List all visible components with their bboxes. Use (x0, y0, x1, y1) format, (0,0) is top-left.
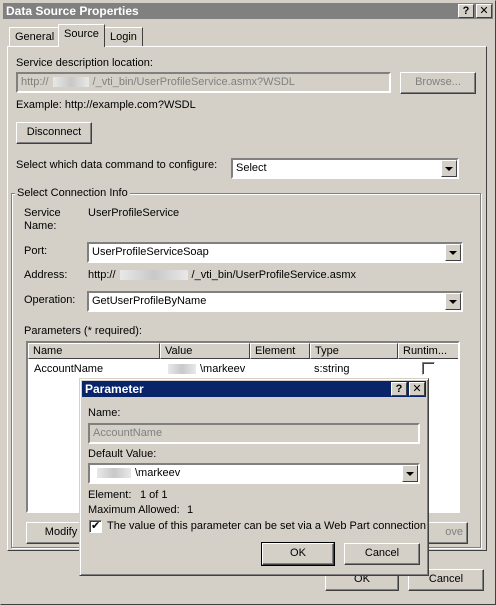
address-value: http:// /_vti_bin/UserProfileService.asmx (88, 269, 356, 281)
default-value-text: \markeev (135, 467, 181, 479)
col-header-value[interactable]: Value (160, 343, 250, 359)
parameters-label: Parameters (* required): (24, 325, 142, 337)
row-type: s:string (314, 363, 350, 375)
chevron-down-icon[interactable] (441, 160, 457, 177)
row-value: \markeev (164, 361, 245, 377)
redacted-host (52, 77, 89, 88)
tab-general[interactable]: General (9, 27, 61, 47)
service-url-suffix: /_vti_bin/UserProfileService.asmx?WSDL (92, 76, 295, 88)
runtime-checkbox[interactable] (422, 362, 435, 375)
redacted-host (119, 270, 188, 281)
command-select-value: Select (236, 162, 267, 174)
tab-source[interactable]: Source (58, 24, 105, 47)
redacted-domain (168, 364, 196, 375)
address-label: Address: (24, 269, 68, 281)
service-url-prefix: http:// (21, 76, 49, 88)
default-value-select[interactable]: \markeev (88, 463, 420, 484)
service-url-field: http:// /_vti_bin/UserProfileService.asmx… (16, 72, 391, 93)
dialog-ok-button[interactable]: OK (261, 542, 335, 566)
chevron-down-icon[interactable] (402, 465, 418, 482)
max-allowed-value: 1 (187, 504, 194, 516)
operation-select[interactable]: GetUserProfileByName (87, 291, 463, 312)
chevron-down-icon[interactable] (445, 293, 461, 310)
col-header-runtime[interactable]: Runtim... (398, 343, 458, 359)
disconnect-button[interactable]: Disconnect (16, 122, 92, 144)
command-select[interactable]: Select (231, 158, 459, 179)
command-label: Select which data command to configure: (16, 159, 218, 171)
connection-group-label: Select Connection Info (15, 187, 130, 199)
col-header-element[interactable]: Element (250, 343, 310, 359)
service-name-value: UserProfileService (88, 207, 180, 219)
close-button[interactable]: ✕ (476, 4, 492, 18)
col-header-type[interactable]: Type (310, 343, 398, 359)
param-name-label: Name: (88, 407, 121, 419)
row-name: AccountName (34, 363, 104, 375)
chevron-down-icon[interactable] (445, 244, 461, 261)
window-titlebar: Data Source Properties ? ✕ (3, 3, 493, 19)
parameter-dialog: Parameter ? ✕ Name: AccountName Default … (79, 378, 429, 576)
service-desc-label: Service description location: (16, 57, 153, 69)
webpart-checkbox[interactable] (89, 519, 102, 533)
address-suffix: /_vti_bin/UserProfileService.asmx (191, 269, 356, 281)
port-label: Port: (24, 245, 48, 257)
browse-button[interactable]: Browse... (400, 72, 476, 94)
dialog-help-button[interactable]: ? (391, 382, 407, 396)
operation-select-value: GetUserProfileByName (92, 295, 207, 307)
help-button[interactable]: ? (458, 4, 474, 18)
webpart-label: The value of this parameter can be set v… (107, 520, 426, 532)
element-value: 1 of 1 (140, 489, 168, 501)
dialog-cancel-button[interactable]: Cancel (344, 543, 420, 565)
dialog-title: Parameter (85, 382, 144, 396)
tab-login[interactable]: Login (104, 27, 143, 47)
default-value-label: Default Value: (88, 448, 157, 460)
element-label: Element: (88, 489, 132, 501)
row-value-text: \markeev (200, 363, 246, 375)
port-select-value: UserProfileServiceSoap (92, 246, 209, 258)
example-text: Example: http://example.com?WSDL (16, 99, 196, 111)
window-title: Data Source Properties (6, 4, 139, 18)
col-header-name[interactable]: Name (28, 343, 160, 359)
address-prefix: http:// (88, 269, 116, 281)
service-name-label-1: Service (24, 207, 61, 219)
param-name-field: AccountName (88, 423, 420, 444)
max-allowed-label: Maximum Allowed: (88, 504, 180, 516)
service-name-label-2: Name: (24, 220, 57, 232)
redacted-domain (97, 468, 131, 479)
port-select[interactable]: UserProfileServiceSoap (87, 242, 463, 263)
dialog-close-button[interactable]: ✕ (409, 382, 425, 396)
operation-label: Operation: (24, 294, 76, 306)
dialog-titlebar: Parameter ? ✕ (82, 381, 426, 397)
